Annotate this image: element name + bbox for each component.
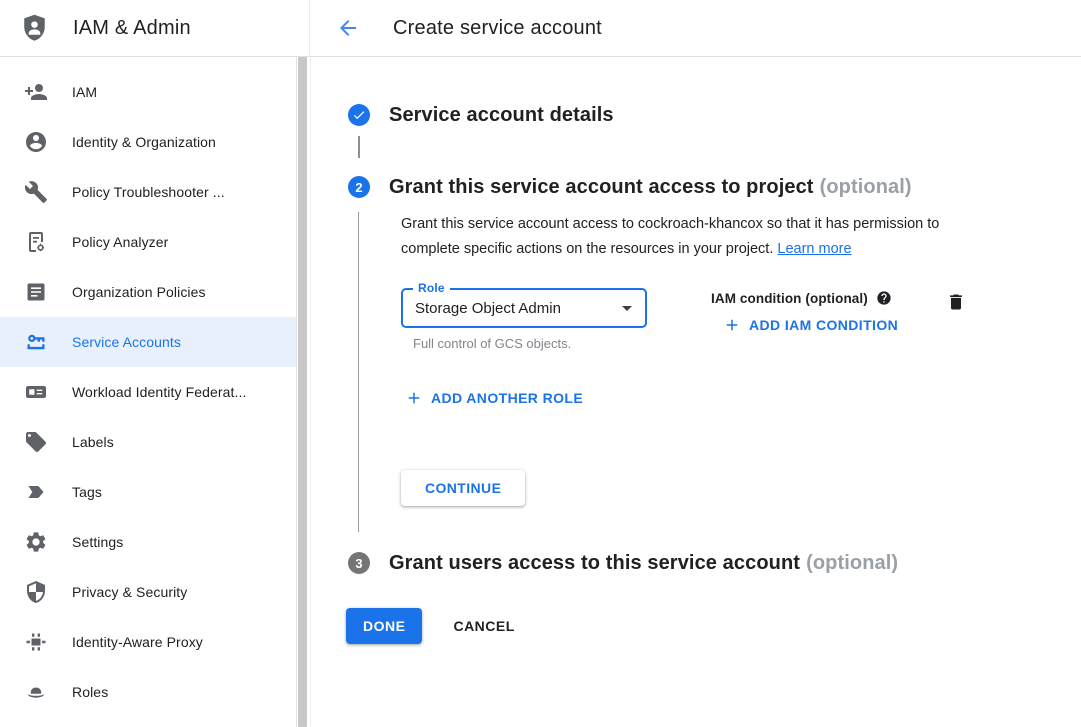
role-field-column: Role Storage Object Admin Full control o… (401, 288, 647, 351)
iap-grid-icon (24, 630, 48, 654)
role-field-label: Role (413, 281, 450, 295)
plus-icon (405, 389, 423, 407)
account-circle-icon (24, 130, 48, 154)
role-row: Role Storage Object Admin Full control o… (401, 288, 1081, 351)
back-button[interactable] (336, 16, 360, 40)
step2-row: 2 Grant this service account access to p… (348, 170, 1081, 204)
sidebar-item-label: Roles (72, 684, 108, 700)
step3-indicator: 3 (348, 552, 370, 574)
sidebar-item-settings[interactable]: Settings (0, 517, 296, 567)
sidebar-item-label: Privacy & Security (72, 584, 187, 600)
step3-title-text: Grant users access to this service accou… (389, 552, 800, 574)
product-header: IAM & Admin (0, 0, 310, 57)
step2-title: Grant this service account access to pro… (389, 170, 912, 204)
step2-content: Grant this service account access to coc… (358, 212, 1081, 532)
grant-access-description: Grant this service account access to coc… (401, 212, 1001, 262)
step-connector-line (358, 136, 360, 158)
add-another-role-label: ADD ANOTHER ROLE (431, 390, 583, 406)
shield-half-icon (24, 580, 48, 604)
document-lines-icon (24, 280, 48, 304)
plus-icon (723, 316, 741, 334)
product-title: IAM & Admin (73, 17, 191, 40)
iam-condition-label: IAM condition (optional) (711, 291, 868, 306)
role-helper-text: Full control of GCS objects. (401, 336, 647, 351)
iam-admin-shield-icon (20, 13, 49, 43)
step2-indicator: 2 (348, 176, 370, 198)
hat-icon (24, 680, 48, 704)
sidebar-item-policy-analyzer[interactable]: Policy Analyzer (0, 217, 296, 267)
sidebar-item-label: IAM (72, 84, 97, 100)
sidebar-item-label: Settings (72, 534, 123, 550)
learn-more-link[interactable]: Learn more (777, 241, 851, 257)
step1-title: Service account details (389, 102, 614, 128)
step3-number: 3 (355, 556, 362, 571)
role-select[interactable]: Role Storage Object Admin (401, 288, 647, 328)
sidebar-item-label: Organization Policies (72, 284, 206, 300)
step2-title-text: Grant this service account access to pro… (389, 176, 814, 198)
trash-icon (946, 292, 966, 312)
page-title: Create service account (393, 17, 602, 40)
sidebar-item-label: Policy Troubleshooter ... (72, 184, 225, 200)
sidebar-divider (296, 57, 297, 727)
sidebar-item-label: Tags (72, 484, 102, 500)
sidebar-item-roles[interactable]: Roles (0, 667, 296, 717)
gear-icon (24, 530, 48, 554)
cancel-button[interactable]: CANCEL (453, 618, 514, 634)
done-button[interactable]: DONE (346, 608, 422, 644)
sidebar-item-workload-identity-federat[interactable]: Workload Identity Federat... (0, 367, 296, 417)
sidebar-item-policy-troubleshooter[interactable]: Policy Troubleshooter ... (0, 167, 296, 217)
sidebar-item-labels[interactable]: Labels (0, 417, 296, 467)
step3-row: 3 Grant users access to this service acc… (348, 546, 1081, 580)
check-icon (352, 108, 366, 122)
step1-row: Service account details (348, 102, 1081, 128)
sidebar-item-identity-aware-proxy[interactable]: Identity-Aware Proxy (0, 617, 296, 667)
form-actions: DONE CANCEL (346, 608, 1081, 644)
sidebar-item-organization-policies[interactable]: Organization Policies (0, 267, 296, 317)
sidebar-scrollbar[interactable] (298, 57, 307, 727)
id-card-icon (24, 380, 48, 404)
page-header: Create service account (310, 0, 1081, 57)
add-iam-condition-button[interactable]: ADD IAM CONDITION (723, 316, 898, 334)
iam-condition-label-row: IAM condition (optional) (711, 290, 898, 306)
iam-condition-column: IAM condition (optional) ADD IAM CONDITI… (711, 288, 898, 339)
label-tag-icon (24, 430, 48, 454)
dropdown-arrow-icon (615, 296, 639, 320)
person-add-icon (24, 80, 48, 104)
sidebar: IAM Identity & Organization Policy Trouble… (0, 57, 310, 727)
step3-title: Grant users access to this service accou… (389, 546, 898, 580)
sidebar-item-label: Service Accounts (72, 334, 181, 350)
step2-number: 2 (355, 180, 362, 195)
delete-role-button[interactable] (946, 292, 966, 315)
main-content: Service account details 2 Grant this ser… (310, 57, 1081, 727)
role-selected-value: Storage Object Admin (415, 300, 615, 317)
description-text: Grant this service account access to coc… (401, 216, 939, 257)
help-icon[interactable] (876, 290, 892, 306)
sidebar-item-label: Workload Identity Federat... (72, 384, 247, 400)
sidebar-item-identity-organization[interactable]: Identity & Organization (0, 117, 296, 167)
top-bar: IAM & Admin Create service account (0, 0, 1081, 57)
app-window: IAM & Admin Create service account IAM Id… (0, 0, 1081, 727)
step3-optional-label: (optional) (806, 552, 898, 574)
back-arrow-icon (336, 16, 360, 40)
sidebar-item-label: Labels (72, 434, 114, 450)
wrench-icon (24, 180, 48, 204)
sidebar-item-label: Identity & Organization (72, 134, 216, 150)
policy-analyzer-icon (24, 230, 48, 254)
add-another-role-button[interactable]: ADD ANOTHER ROLE (405, 389, 583, 407)
sidebar-item-tags[interactable]: Tags (0, 467, 296, 517)
sidebar-item-label: Policy Analyzer (72, 234, 168, 250)
sidebar-item-label: Identity-Aware Proxy (72, 634, 203, 650)
step2-optional-label: (optional) (820, 176, 912, 198)
tag-arrow-icon (24, 480, 48, 504)
sidebar-item-iam[interactable]: IAM (0, 67, 296, 117)
sidebar-nav: IAM Identity & Organization Policy Trouble… (0, 57, 296, 717)
continue-button[interactable]: CONTINUE (401, 470, 525, 506)
sidebar-item-service-accounts[interactable]: Service Accounts (0, 317, 296, 367)
add-iam-condition-label: ADD IAM CONDITION (749, 317, 898, 333)
sidebar-item-privacy-security[interactable]: Privacy & Security (0, 567, 296, 617)
step1-completed-indicator (348, 104, 370, 126)
service-account-key-icon (24, 330, 48, 354)
